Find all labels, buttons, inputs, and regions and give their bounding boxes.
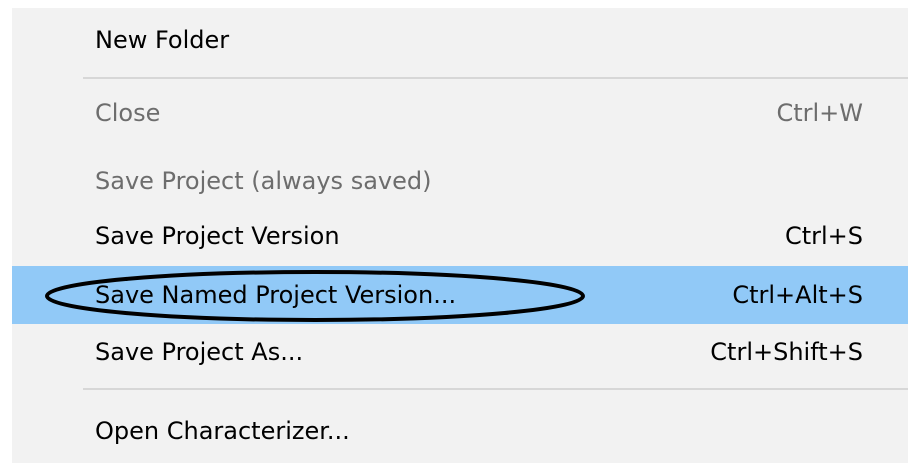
menu-item-label: Save Named Project Version... (95, 281, 457, 309)
menu-item-new-folder[interactable]: New Folder (12, 8, 908, 72)
menu-left-edge (0, 0, 12, 463)
menu-separator (83, 77, 908, 79)
menu-item-open-characterizer[interactable]: Open Characterizer... (12, 402, 908, 460)
menu-top-edge (0, 0, 908, 8)
menu-item-shortcut: Ctrl+W (776, 99, 863, 127)
menu-item-shortcut: Ctrl+S (784, 222, 863, 250)
menu-item-close[interactable]: Close Ctrl+W (12, 88, 908, 138)
menu-item-label: New Folder (95, 26, 230, 54)
file-menu: New Folder Close Ctrl+W Save Project (al… (0, 0, 908, 463)
menu-item-shortcut: Ctrl+Shift+S (710, 338, 863, 366)
menu-item-save-named-project-version[interactable]: Save Named Project Version... Ctrl+Alt+S (12, 266, 908, 324)
menu-item-label: Close (95, 99, 161, 127)
menu-item-label: Save Project Version (95, 222, 340, 250)
menu-separator (83, 388, 908, 390)
menu-item-label: Save Project As... (95, 338, 304, 366)
menu-item-save-project-as[interactable]: Save Project As... Ctrl+Shift+S (12, 326, 908, 378)
menu-item-label: Save Project (always saved) (95, 167, 432, 195)
menu-item-save-project-version[interactable]: Save Project Version Ctrl+S (12, 210, 908, 262)
menu-item-label: Open Characterizer... (95, 417, 350, 445)
menu-item-shortcut: Ctrl+Alt+S (732, 281, 863, 309)
menu-item-save-project[interactable]: Save Project (always saved) (12, 156, 908, 206)
